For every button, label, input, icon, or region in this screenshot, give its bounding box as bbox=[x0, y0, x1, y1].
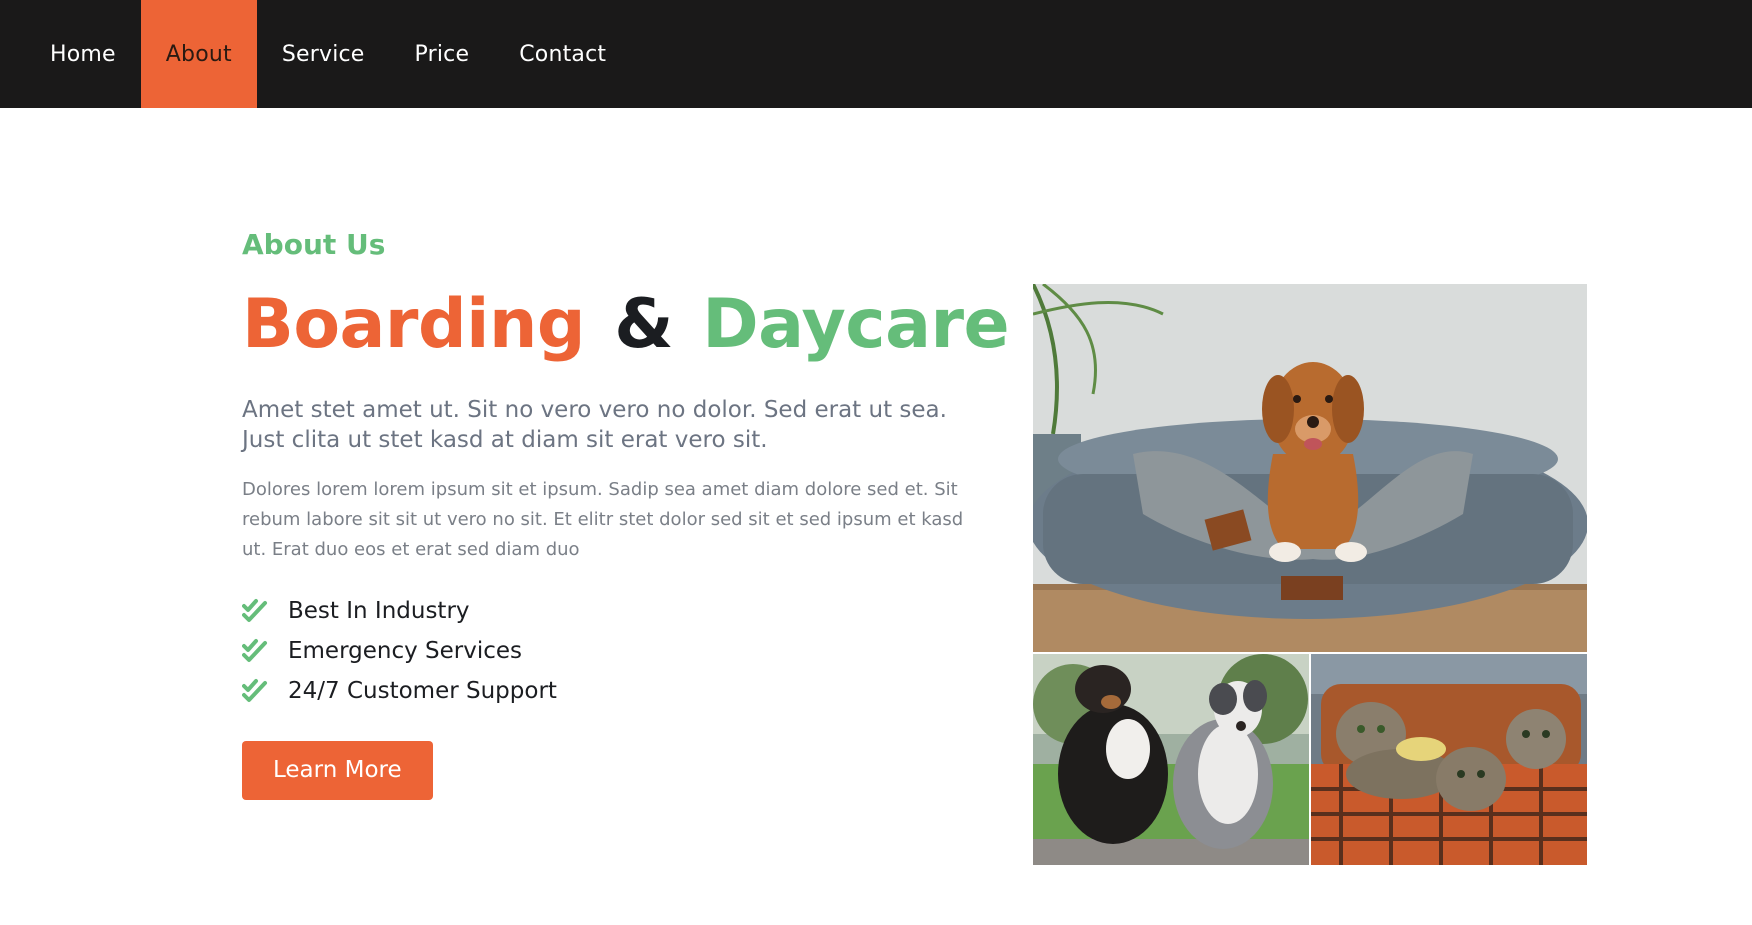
feature-label: Emergency Services bbox=[288, 638, 523, 664]
title-ampersand: & bbox=[614, 285, 674, 364]
nav-item-about[interactable]: About bbox=[140, 0, 257, 108]
dog-on-bed-photo bbox=[1033, 284, 1587, 652]
learn-more-button[interactable]: Learn More bbox=[242, 741, 433, 800]
list-item: 24/7 Customer Support bbox=[242, 671, 972, 711]
nav-item-contact[interactable]: Contact bbox=[494, 0, 631, 108]
two-dogs-photo bbox=[1033, 654, 1309, 865]
body-paragraph: Dolores lorem lorem ipsum sit et ipsum. … bbox=[242, 479, 964, 560]
list-item: Emergency Services bbox=[242, 631, 972, 671]
double-check-icon bbox=[242, 639, 267, 662]
title-part-daycare: Daycare bbox=[702, 285, 1010, 364]
double-check-icon bbox=[242, 599, 267, 622]
feature-label: Best In Industry bbox=[288, 598, 470, 624]
nav-item-service[interactable]: Service bbox=[257, 0, 390, 108]
photo-gallery bbox=[1033, 284, 1587, 865]
top-navbar: Home About Service Price Contact bbox=[0, 0, 1752, 108]
feature-list: Best In Industry Emergency Services 24/7… bbox=[242, 591, 972, 711]
title-part-boarding: Boarding bbox=[242, 285, 586, 364]
lead-paragraph: Amet stet amet ut. Sit no vero vero no d… bbox=[242, 397, 947, 453]
list-item: Best In Industry bbox=[242, 591, 972, 631]
nav-item-price[interactable]: Price bbox=[390, 0, 495, 108]
page-title: Boarding & Daycare bbox=[242, 285, 1010, 365]
nav-item-home[interactable]: Home bbox=[25, 0, 141, 108]
feature-label: 24/7 Customer Support bbox=[288, 678, 557, 704]
kittens-in-basket-photo bbox=[1311, 654, 1587, 865]
about-section: About Us Boarding & Daycare Amet stet am… bbox=[242, 225, 1010, 800]
section-eyebrow: About Us bbox=[242, 228, 386, 261]
double-check-icon bbox=[242, 679, 267, 702]
